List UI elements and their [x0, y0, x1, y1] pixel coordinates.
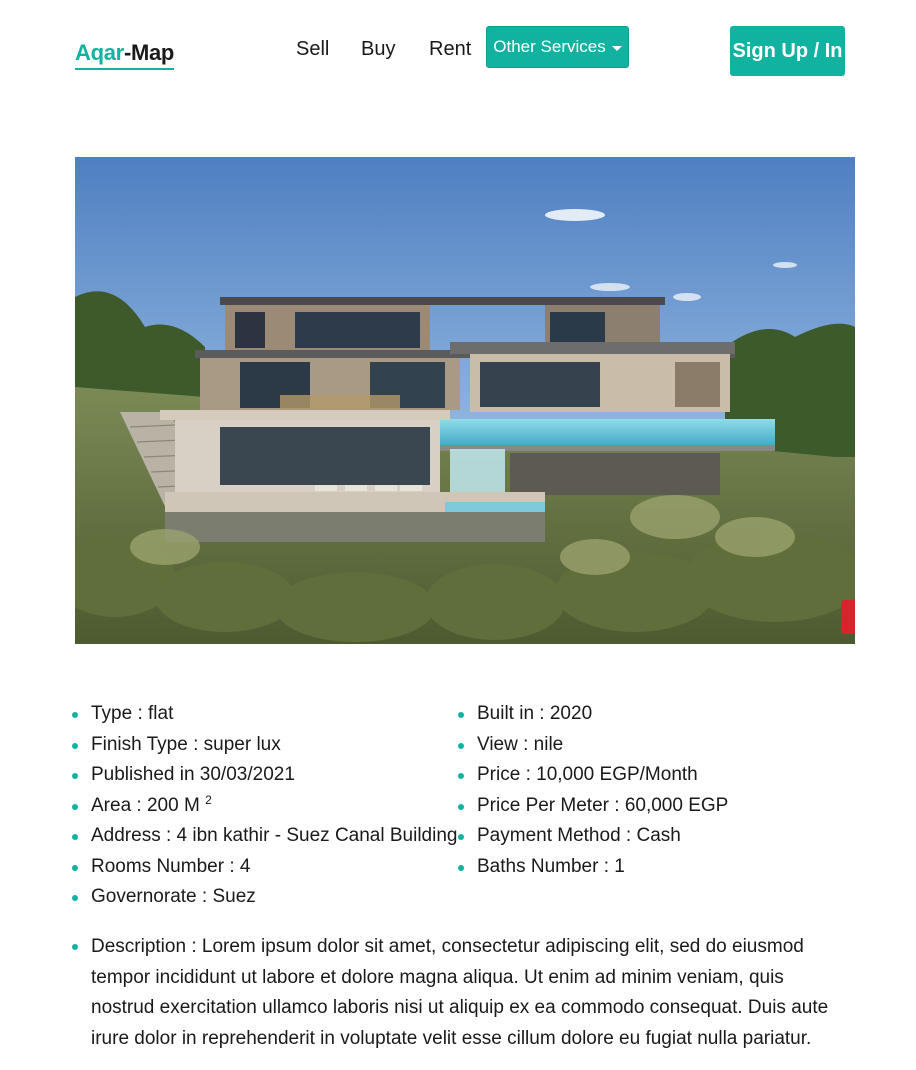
detail-price: Price : 10,000 EGP/Month: [458, 761, 728, 792]
area-text: Area : 200 M: [91, 794, 200, 816]
area-unit-exponent: 2: [205, 792, 212, 807]
property-photo: [75, 157, 855, 644]
detail-address: Address : 4 ibn kathir - Suez Canal Buil…: [72, 822, 457, 853]
site-logo[interactable]: Aqar-Map: [75, 40, 174, 70]
detail-payment-method: Payment Method : Cash: [458, 822, 728, 853]
logo-rest-text: -Map: [123, 40, 175, 65]
nav-sell-link[interactable]: Sell: [296, 38, 329, 61]
detail-governorate: Governorate : Suez: [72, 883, 457, 914]
property-details-page: Aqar-Map Sell Buy Rent Other Services Si…: [0, 0, 916, 1070]
watermark-badge: [841, 600, 855, 634]
other-services-dropdown[interactable]: Other Services: [486, 26, 629, 68]
caret-down-icon: [611, 45, 622, 51]
navbar: Aqar-Map Sell Buy Rent Other Services Si…: [0, 0, 916, 110]
nav-buy-link[interactable]: Buy: [361, 38, 395, 61]
detail-price-per-meter: Price Per Meter : 60,000 EGP: [458, 792, 728, 823]
detail-rooms: Rooms Number : 4: [72, 853, 457, 884]
other-services-label: Other Services: [493, 37, 606, 56]
property-description: Description : Lorem ipsum dolor sit amet…: [72, 932, 832, 1054]
detail-type: Type : flat: [72, 700, 457, 731]
detail-view: View : nile: [458, 731, 728, 762]
villa-illustration: [75, 157, 855, 644]
detail-baths: Baths Number : 1: [458, 853, 728, 884]
details-list-right: Built in : 2020 View : nile Price : 10,0…: [458, 700, 728, 883]
detail-published: Published in 30/03/2021: [72, 761, 457, 792]
logo-accent-text: Aqar: [75, 40, 124, 65]
detail-built-in: Built in : 2020: [458, 700, 728, 731]
details-list-left: Type : flat Finish Type : super lux Publ…: [72, 700, 457, 914]
detail-finish-type: Finish Type : super lux: [72, 731, 457, 762]
nav-rent-link[interactable]: Rent: [429, 38, 471, 61]
detail-area: Area : 200 M 2: [72, 792, 457, 823]
sign-up-in-button[interactable]: Sign Up / In: [730, 26, 845, 76]
